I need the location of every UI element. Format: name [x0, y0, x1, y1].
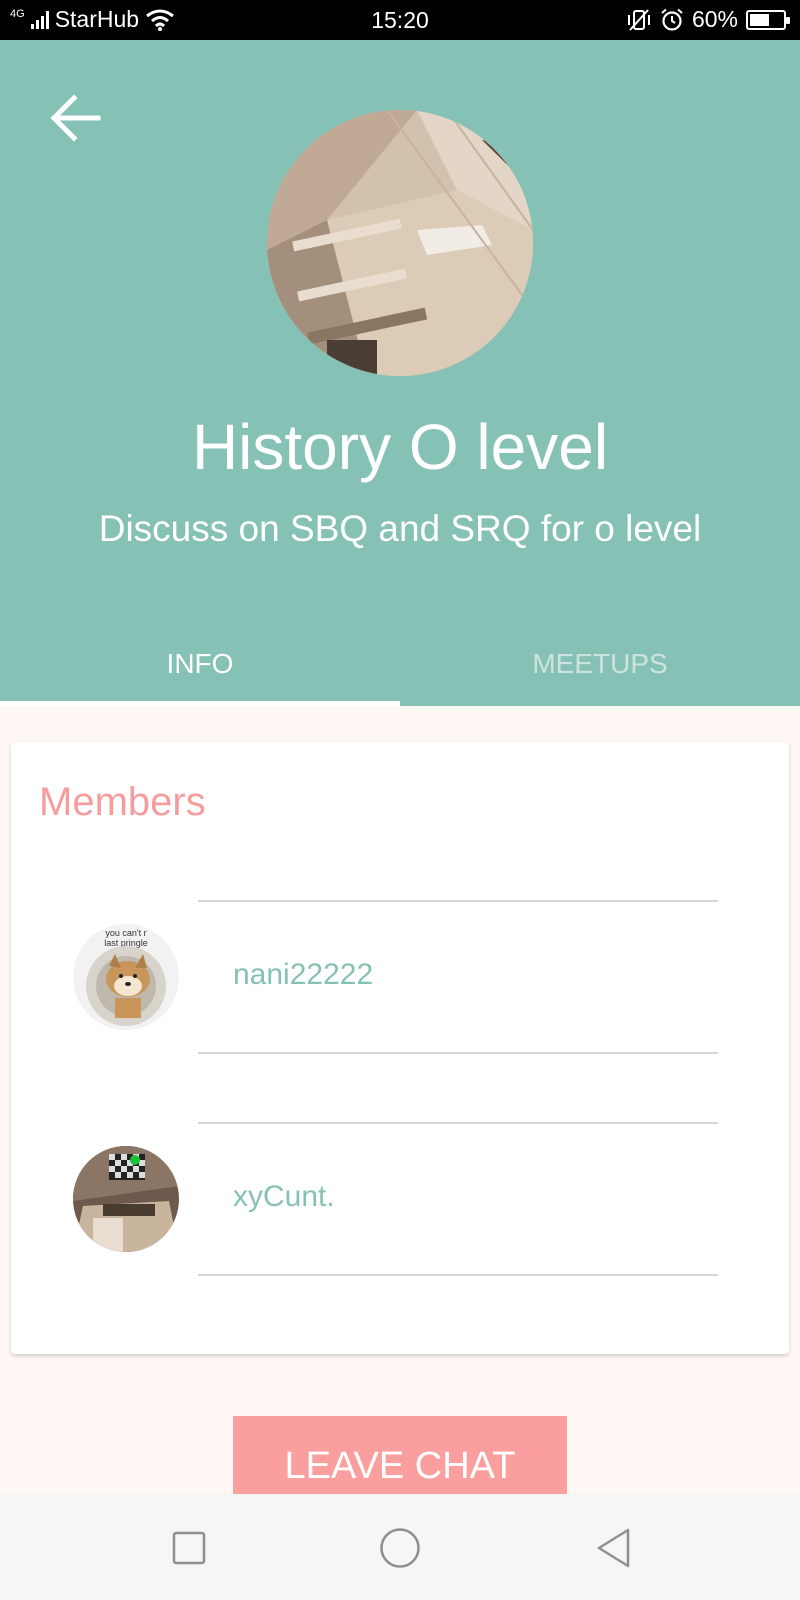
arrow-left-icon: [50, 94, 101, 142]
tab-meetups[interactable]: MEETUPS: [400, 622, 800, 706]
status-right: 60%: [626, 6, 790, 33]
status-bar: 4G StarHub 15:20 60%: [0, 0, 800, 40]
group-header: History O level Discuss on SBQ and SRQ f…: [0, 40, 800, 706]
avatar-caption-line1: you can't r: [105, 928, 146, 938]
battery-level: [750, 13, 770, 26]
alarm-icon: [661, 8, 683, 31]
members-title: Members: [39, 780, 206, 824]
battery-icon: [746, 9, 790, 30]
recent-apps-icon: [172, 1531, 206, 1565]
group-avatar[interactable]: [267, 110, 533, 376]
leave-chat-button[interactable]: LEAVE CHAT: [233, 1416, 567, 1494]
tab-info[interactable]: INFO: [0, 622, 400, 706]
members-card: Members you can't r last pringle nani222…: [11, 742, 789, 1354]
room-avatar-image: [73, 1146, 179, 1252]
vibrate-off-icon: [627, 8, 650, 31]
member-row[interactable]: xyCunt.: [11, 1122, 789, 1276]
nav-back-button[interactable]: [590, 1524, 638, 1572]
divider: [198, 1052, 718, 1054]
avatar: [73, 1146, 179, 1252]
divider: [198, 1122, 718, 1124]
divider: [198, 900, 718, 902]
doge-avatar-image: you can't r last pringle: [73, 924, 179, 1030]
recent-apps-button[interactable]: [165, 1524, 213, 1572]
group-photo: [267, 110, 533, 376]
back-icon: [597, 1528, 630, 1568]
avatar: you can't r last pringle: [73, 924, 179, 1030]
system-nav-bar: [0, 1494, 800, 1600]
member-name: nani22222: [233, 958, 374, 991]
tab-bar: INFO MEETUPS: [0, 622, 800, 706]
battery-percent: 60%: [691, 6, 738, 32]
group-description: Discuss on SBQ and SRQ for o level: [98, 508, 702, 549]
group-title: History O level: [191, 411, 609, 483]
member-name: xyCunt.: [233, 1180, 335, 1213]
member-row[interactable]: you can't r last pringle nani22222: [11, 900, 789, 1054]
back-button[interactable]: [44, 86, 108, 150]
home-icon: [380, 1528, 420, 1568]
divider: [198, 1274, 718, 1276]
home-button[interactable]: [376, 1524, 424, 1572]
